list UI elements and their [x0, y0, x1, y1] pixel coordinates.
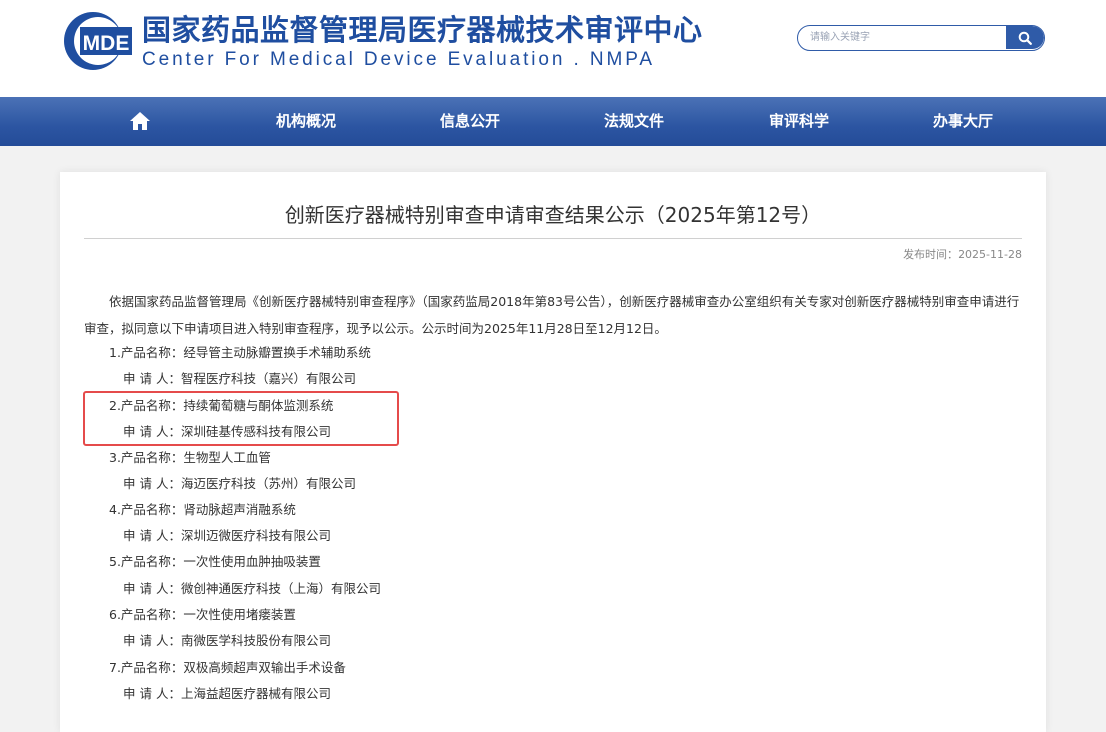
- home-icon[interactable]: [129, 110, 151, 132]
- nav-item-regulations[interactable]: 法规文件: [569, 97, 699, 146]
- nav-item-info[interactable]: 信息公开: [405, 97, 535, 146]
- product-name: 3.产品名称：生物型人工血管: [109, 450, 271, 465]
- product-name: 7.产品名称：双极高频超声双输出手术设备: [109, 660, 346, 675]
- applicant-name: 申 请 人：南微医学科技股份有限公司: [123, 633, 331, 648]
- logo-abbr: MDE: [83, 32, 130, 55]
- nav-item-science[interactable]: 审评科学: [734, 97, 864, 146]
- org-title: 国家药品监督管理局医疗器械技术审评中心 Center For Medical D…: [142, 12, 703, 72]
- search-button[interactable]: [1006, 26, 1044, 49]
- applicant-name: 申 请 人：深圳迈微医疗科技有限公司: [123, 528, 331, 543]
- applicant-name: 申 请 人：海迈医疗科技（苏州）有限公司: [123, 476, 356, 491]
- applicant-name: 申 请 人：微创神通医疗科技（上海）有限公司: [123, 581, 381, 596]
- applicant-name: 申 请 人：上海益超医疗器械有限公司: [123, 686, 331, 701]
- search-box: [797, 25, 1045, 51]
- applicant-name: 申 请 人：智程医疗科技（嘉兴）有限公司: [123, 371, 356, 386]
- site-header: MDE 国家药品监督管理局医疗器械技术审评中心 Center For Medic…: [0, 0, 1106, 97]
- search-input[interactable]: [798, 26, 1004, 49]
- intro-paragraph: 依据国家药品监督管理局《创新医疗器械特别审查程序》（国家药监局2018年第83号…: [84, 294, 1020, 336]
- nav-item-services[interactable]: 办事大厅: [898, 97, 1028, 146]
- publish-date-value: 2025-11-28: [958, 248, 1022, 261]
- product-name: 6.产品名称：一次性使用堵瘘装置: [109, 607, 296, 622]
- product-name: 1.产品名称：经导管主动脉瓣置换手术辅助系统: [109, 345, 371, 360]
- highlight-box: [83, 391, 399, 446]
- org-name-cn: 国家药品监督管理局医疗器械技术审评中心: [142, 13, 703, 47]
- mde-logo[interactable]: MDE: [62, 10, 132, 72]
- search-icon: [1018, 31, 1032, 45]
- nav-item-about[interactable]: 机构概况: [241, 97, 371, 146]
- product-name: 5.产品名称：一次性使用血肿抽吸装置: [109, 554, 321, 569]
- org-name-en: Center For Medical Device Evaluation . N…: [142, 49, 655, 70]
- title-divider: [84, 238, 1022, 239]
- article-title: 创新医疗器械特别审查申请审查结果公示（2025年第12号）: [284, 203, 822, 227]
- product-name: 4.产品名称：肾动脉超声消融系统: [109, 502, 296, 517]
- publish-label: 发布时间：: [903, 248, 959, 261]
- main-nav: 机构概况 信息公开 法规文件 审评科学 办事大厅: [0, 97, 1106, 146]
- publish-date: 发布时间：2025-11-28: [903, 246, 1022, 262]
